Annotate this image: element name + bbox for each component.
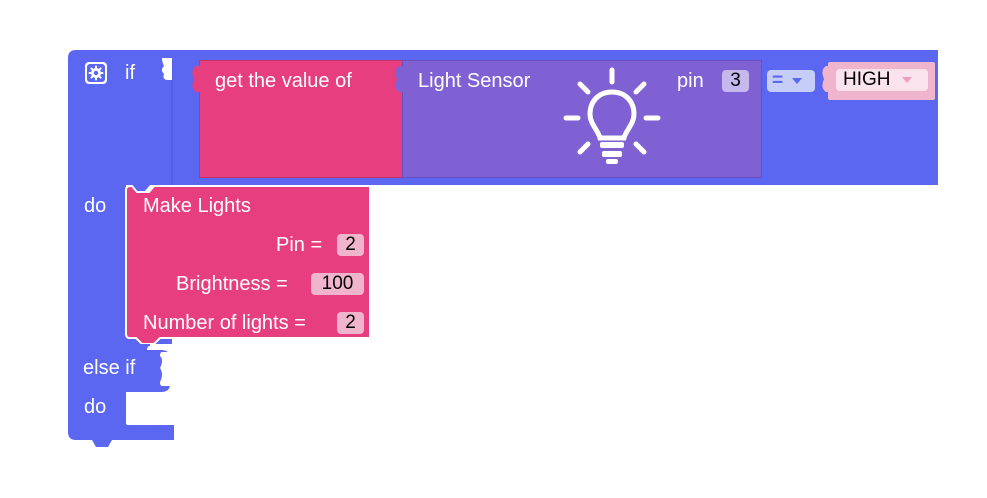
make-lights-brightness-label: Brightness =: [176, 273, 288, 295]
make-lights-pin-label: Pin =: [276, 234, 323, 256]
high-dropdown[interactable]: HIGH: [836, 69, 928, 91]
get-value-connector: [192, 66, 200, 92]
lightbulb-icon: [563, 67, 661, 164]
high-value: HIGH: [843, 69, 891, 90]
compare-operator-dropdown[interactable]: =: [767, 70, 815, 92]
sensor-pin-value[interactable]: 3: [722, 70, 749, 92]
do2-label: do: [84, 396, 107, 418]
make-lights-count-value[interactable]: 2: [337, 312, 364, 334]
light-sensor-label: Light Sensor: [418, 70, 531, 92]
chevron-down-icon: [792, 77, 803, 84]
compare-operator: =: [772, 70, 784, 91]
make-lights-brightness-value[interactable]: 100: [311, 273, 364, 295]
do-label: do: [84, 195, 107, 217]
sensor-pin-label: pin: [677, 70, 704, 92]
make-lights-count-label: Number of lights =: [143, 312, 306, 334]
gear-button[interactable]: [85, 62, 107, 84]
get-value-label: get the value of: [215, 70, 352, 92]
high-connector: [822, 66, 830, 92]
else-if-label: else if: [83, 357, 136, 379]
sensor-connector: [395, 66, 403, 92]
make-lights-title: Make Lights: [143, 195, 251, 217]
chevron-down-icon: [901, 76, 912, 83]
make-lights-pin-value[interactable]: 2: [337, 234, 364, 256]
if-label: if: [125, 62, 135, 84]
gear-icon: [87, 64, 105, 82]
